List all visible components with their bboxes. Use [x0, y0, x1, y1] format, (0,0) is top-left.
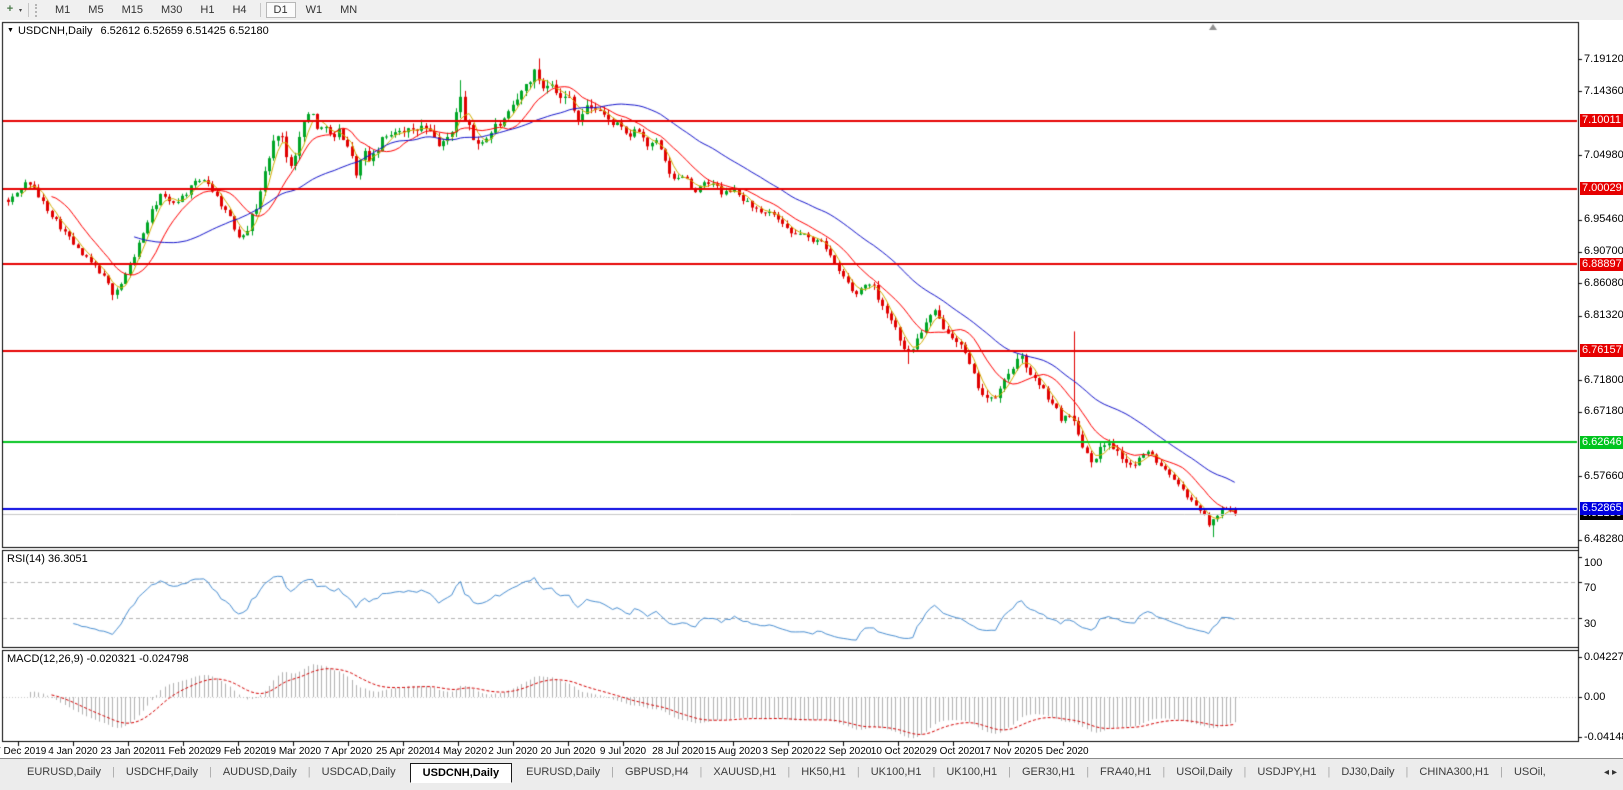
rsi-axis-label: 30	[1584, 617, 1597, 630]
tab-usdjpy-h1[interactable]: USDJPY,H1	[1246, 763, 1327, 781]
tab-usoil-[interactable]: USOil,	[1503, 763, 1557, 781]
date-label: 7 Apr 2020	[323, 746, 373, 757]
timeframe-mn[interactable]: MN	[332, 2, 365, 18]
tab-xauusd-h1[interactable]: XAUUSD,H1	[702, 763, 787, 781]
price-axis-label: 6.71800	[1584, 373, 1623, 386]
chart-tab-bar: EURUSD,Daily | USDCHF,Daily | AUDUSD,Daily | U…	[0, 758, 1623, 790]
price-axis-label: 6.81320	[1584, 309, 1623, 322]
tab-gbpusd-h4[interactable]: GBPUSD,H4	[614, 763, 700, 781]
date-label: 20 Jun 2020	[540, 746, 596, 757]
chart-window: ▼ USDCNH,Daily 6.52612 6.52659 6.51425 6.5…	[0, 20, 1623, 758]
date-label: 19 Mar 2020	[264, 746, 322, 757]
date-label: 3 Sep 2020	[762, 746, 814, 757]
price-axis-label: 6.67180	[1584, 405, 1623, 418]
price-tag: 6.88897	[1580, 257, 1623, 271]
timeframe-m5[interactable]: M5	[80, 2, 111, 18]
timeframe-w1[interactable]: W1	[298, 2, 331, 18]
date-label: 25 Apr 2020	[376, 746, 430, 757]
toolbar-grip[interactable]	[35, 3, 40, 17]
tab-scroll-right-icon[interactable]: ▸	[1612, 767, 1620, 778]
tab-uk100-h1[interactable]: UK100,H1	[935, 763, 1008, 781]
rsi-axis-label: 100	[1584, 556, 1603, 569]
price-axis-label: 6.86080	[1584, 276, 1623, 289]
chart-canvas[interactable]	[0, 20, 1623, 758]
tab-ger30-h1[interactable]: GER30,H1	[1011, 763, 1086, 781]
tab-audusd-daily[interactable]: AUDUSD,Daily	[212, 763, 308, 781]
tab-eurusd-daily[interactable]: EURUSD,Daily	[16, 763, 112, 781]
timeframe-m1[interactable]: M1	[47, 2, 78, 18]
trading-app-window: + ▾ M1 M5 M15 M30 H1 H4 D1 W1 MN ▼ USDCNH,Daily 6.…	[0, 0, 1623, 790]
price-axis-label: 7.04980	[1584, 148, 1623, 161]
tab-usoil-daily[interactable]: USOil,Daily	[1165, 763, 1243, 781]
rsi-label: RSI(14) 36.3051	[7, 553, 88, 565]
price-axis-label: 6.57660	[1584, 469, 1623, 482]
tab-usdcad-daily[interactable]: USDCAD,Daily	[311, 763, 407, 781]
timeframe-m30[interactable]: M30	[153, 2, 190, 18]
timeframe-buttons: M1 M5 M15 M30 H1 H4 D1 W1 MN	[46, 2, 366, 18]
price-axis-label: 6.90700	[1584, 245, 1623, 258]
chart-tabs: EURUSD,Daily | USDCHF,Daily | AUDUSD,Daily | U…	[16, 759, 1557, 790]
date-label: 2 Jun 2020	[488, 746, 538, 757]
price-axis-label: 7.19120	[1584, 52, 1623, 65]
date-label: 29 Oct 2020	[925, 746, 981, 757]
tab-china300-h1[interactable]: CHINA300,H1	[1408, 763, 1500, 781]
date-label: 17 Nov 2020	[979, 746, 1037, 757]
date-label: 14 May 2020	[429, 746, 487, 757]
tab-eurusd-daily[interactable]: EURUSD,Daily	[515, 763, 611, 781]
chart-tool-icon[interactable]: +	[2, 3, 18, 17]
date-label: 11 Feb 2020	[155, 746, 211, 757]
price-tag: 6.52865	[1580, 502, 1623, 516]
macd-label: MACD(12,26,9) -0.020321 -0.024798	[7, 653, 189, 665]
tab-usdcnh-daily[interactable]: USDCNH,Daily	[409, 763, 513, 783]
date-label: 10 Oct 2020	[870, 746, 926, 757]
macd-axis-label: -0.04148	[1584, 730, 1623, 743]
price-tag: 7.10011	[1580, 114, 1623, 128]
tab-dj30-daily[interactable]: DJ30,Daily	[1330, 763, 1405, 781]
timeframe-m15[interactable]: M15	[114, 2, 151, 18]
date-label: 22 Sep 2020	[814, 746, 872, 757]
timeframe-d1[interactable]: D1	[265, 2, 296, 18]
price-axis-label: 6.48280	[1584, 533, 1623, 546]
price-axis-label: 6.95460	[1584, 213, 1623, 226]
timeframe-h4[interactable]: H4	[224, 2, 254, 18]
date-label: 5 Dec 2020	[1037, 746, 1089, 757]
tab-fra40-h1[interactable]: FRA40,H1	[1089, 763, 1162, 781]
toolbar-separator	[28, 3, 30, 17]
date-label: 23 Jan 2020	[100, 746, 156, 757]
date-label: 9 Jul 2020	[599, 746, 647, 757]
toolbar: + ▾ M1 M5 M15 M30 H1 H4 D1 W1 MN	[0, 0, 1623, 21]
date-label: 29 Feb 2020	[209, 746, 267, 757]
tab-scroll-left-icon[interactable]: ◂	[1604, 767, 1612, 778]
price-tag: 6.76157	[1580, 344, 1623, 358]
date-label: 28 Jul 2020	[652, 746, 704, 757]
date-label: 17 Dec 2019	[0, 746, 47, 757]
tab-usdchf-daily[interactable]: USDCHF,Daily	[115, 763, 209, 781]
date-label: 4 Jan 2020	[48, 746, 98, 757]
price-tag: 6.62646	[1580, 435, 1623, 449]
rsi-axis-label: 70	[1584, 581, 1597, 594]
tab-hk50-h1[interactable]: HK50,H1	[790, 763, 857, 781]
timeframe-h1[interactable]: H1	[192, 2, 222, 18]
dropdown-caret-icon[interactable]: ▾	[19, 7, 22, 14]
price-tag: 7.00029	[1580, 182, 1623, 196]
macd-axis-label: 0.042275	[1584, 650, 1623, 663]
macd-axis-label: 0.00	[1584, 690, 1606, 703]
date-label: 15 Aug 2020	[704, 746, 762, 757]
tab-uk100-h1[interactable]: UK100,H1	[860, 763, 933, 781]
price-axis-label: 7.14360	[1584, 84, 1623, 97]
